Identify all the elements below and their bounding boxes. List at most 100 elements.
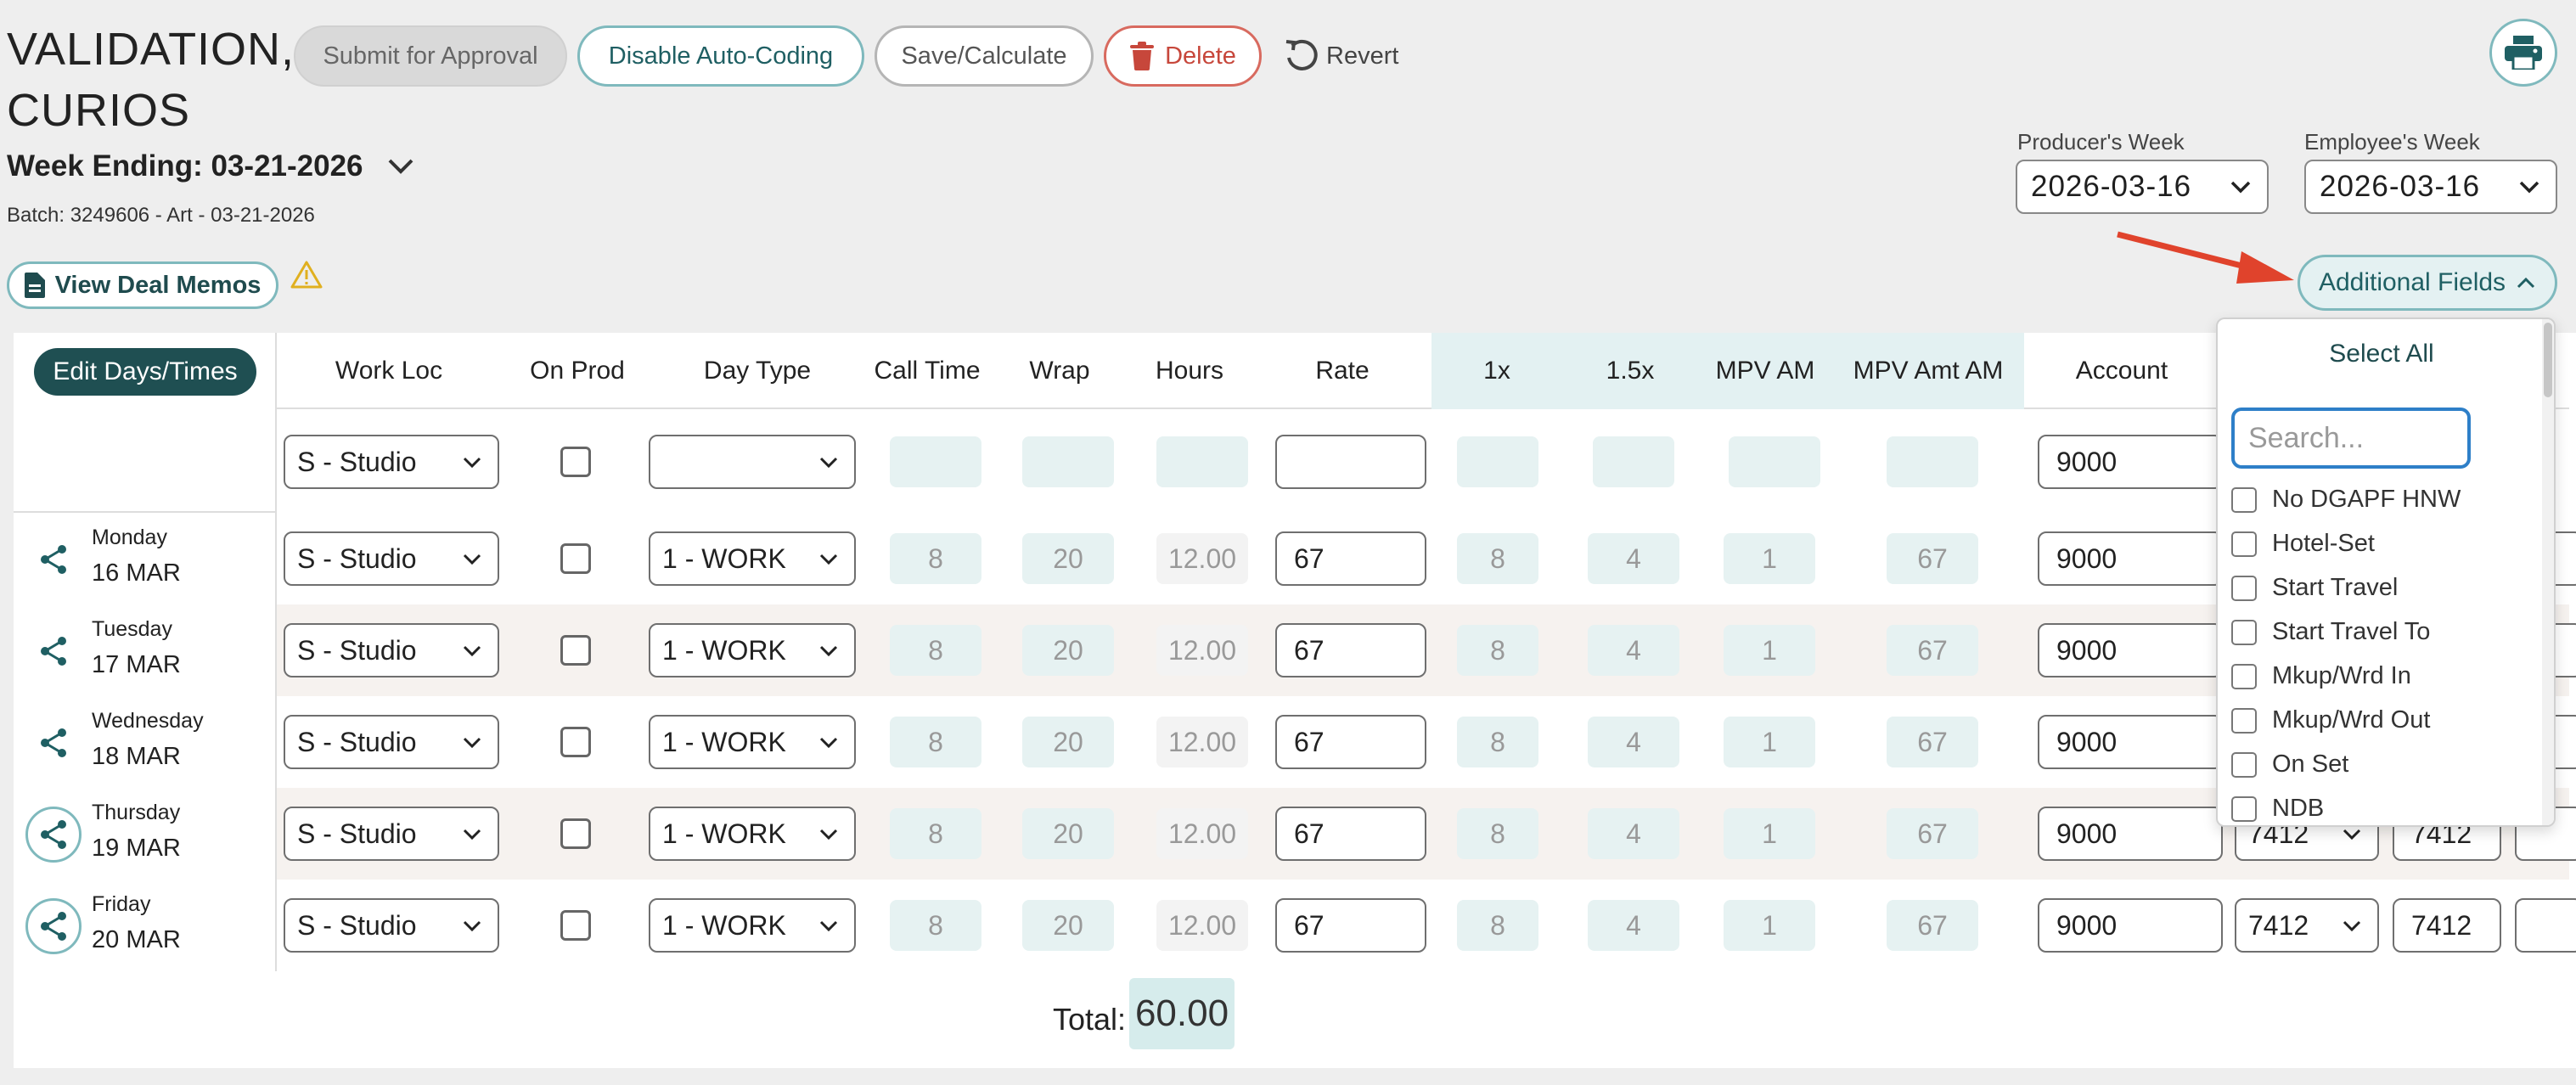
account-input[interactable]: 9000 (2038, 435, 2223, 489)
account-input[interactable]: 9000 (2038, 531, 2223, 586)
submit-for-approval-button[interactable]: Submit for Approval (294, 25, 567, 87)
extra-input[interactable] (2515, 898, 2576, 953)
col-header-hours: Hours (1155, 357, 1224, 385)
scrollbar[interactable] (2542, 319, 2554, 825)
field-option-checkbox[interactable] (2231, 751, 2257, 778)
work-loc-select[interactable]: S - Studio (284, 715, 499, 769)
share-day-button[interactable] (25, 898, 82, 954)
share-day-button[interactable] (25, 531, 82, 587)
week-ending-selector[interactable]: Week Ending: 03-21-2026 (7, 149, 414, 183)
rate-input[interactable] (1275, 435, 1426, 489)
day-type-select[interactable]: 1 - WORK (649, 898, 856, 953)
mpv-am-field: 1 (1724, 900, 1815, 951)
code-input[interactable]: 7412 (2393, 898, 2501, 953)
wrap-field[interactable]: 20 (1022, 717, 1114, 767)
search-input[interactable]: Search... (2231, 408, 2471, 469)
additional-fields-button[interactable]: Additional Fields (2298, 255, 2557, 311)
wrap-field[interactable] (1022, 436, 1114, 487)
chevron-down-icon (819, 737, 838, 749)
field-option[interactable]: Mkup/Wrd In (2231, 662, 2411, 690)
revert-button[interactable]: Revert (1284, 25, 1454, 87)
field-option[interactable]: Hotel-Set (2231, 530, 2375, 558)
account-input[interactable]: 9000 (2038, 623, 2223, 677)
disable-auto-coding-button[interactable]: Disable Auto-Coding (577, 25, 864, 87)
call-time-field[interactable]: 8 (890, 808, 981, 859)
work-loc-select[interactable]: S - Studio (284, 898, 499, 953)
work-loc-select[interactable]: S - Studio (284, 807, 499, 861)
edit-days-times-button[interactable]: Edit Days/Times (34, 348, 256, 396)
field-option-checkbox[interactable] (2231, 663, 2257, 689)
share-day-button[interactable] (25, 807, 82, 863)
call-time-field[interactable] (890, 436, 981, 487)
warning-icon[interactable] (290, 260, 323, 289)
field-option[interactable]: NDB (2231, 795, 2324, 823)
mpv-amt-am-field: 67 (1887, 717, 1978, 767)
on-prod-checkbox[interactable] (560, 818, 591, 849)
account-input[interactable]: 9000 (2038, 898, 2223, 953)
employees-week-select[interactable]: 2026-03-16 (2304, 160, 2557, 214)
share-icon (41, 820, 66, 849)
x15-field: 4 (1588, 717, 1679, 767)
day-type-select[interactable] (649, 435, 856, 489)
col-header-mpv-am: MPV AM (1698, 333, 1832, 409)
rate-input[interactable]: 67 (1275, 807, 1426, 861)
field-option[interactable]: Mkup/Wrd Out (2231, 706, 2430, 734)
work-loc-select[interactable]: S - Studio (284, 531, 499, 586)
chevron-down-icon (819, 554, 838, 565)
call-time-field[interactable]: 8 (890, 717, 981, 767)
day-type-select[interactable]: 1 - WORK (649, 531, 856, 586)
day-type-select[interactable]: 1 - WORK (649, 715, 856, 769)
field-option[interactable]: No DGAPF HNW (2231, 486, 2461, 514)
rate-input[interactable]: 67 (1275, 623, 1426, 677)
scrollbar-thumb[interactable] (2544, 323, 2552, 397)
field-option[interactable]: On Set (2231, 751, 2348, 779)
col-header-1x: 1x (1431, 333, 1562, 409)
field-option-checkbox[interactable] (2231, 486, 2257, 513)
on-prod-checkbox[interactable] (560, 635, 591, 666)
share-day-button[interactable] (25, 623, 82, 679)
share-day-button[interactable] (25, 715, 82, 771)
day-type-select[interactable]: 1 - WORK (649, 623, 856, 677)
title-line-1: VALIDATION, (7, 24, 295, 75)
field-option-checkbox[interactable] (2231, 531, 2257, 557)
day-type-select[interactable]: 1 - WORK (649, 807, 856, 861)
call-time-field[interactable]: 8 (890, 900, 981, 951)
on-prod-checkbox[interactable] (560, 910, 591, 941)
rate-input[interactable]: 67 (1275, 898, 1426, 953)
on-prod-checkbox[interactable] (560, 727, 591, 757)
field-option-checkbox[interactable] (2231, 707, 2257, 734)
work-loc-select[interactable]: S - Studio (284, 623, 499, 677)
wrap-field[interactable]: 20 (1022, 900, 1114, 951)
work-loc-select[interactable]: S - Studio (284, 435, 499, 489)
call-time-field[interactable]: 8 (890, 625, 981, 676)
wrap-field[interactable]: 20 (1022, 808, 1114, 859)
employees-week-value: 2026-03-16 (2320, 170, 2481, 203)
wrap-field[interactable]: 20 (1022, 625, 1114, 676)
save-calculate-button[interactable]: Save/Calculate (875, 25, 1094, 87)
day-label: Tuesday 17 MAR (92, 611, 181, 683)
field-option-checkbox[interactable] (2231, 795, 2257, 822)
print-button[interactable] (2489, 19, 2557, 87)
field-option-checkbox[interactable] (2231, 575, 2257, 601)
on-prod-checkbox[interactable] (560, 447, 591, 477)
field-option-checkbox[interactable] (2231, 619, 2257, 645)
field-option[interactable]: Start Travel To (2231, 618, 2430, 646)
field-option[interactable]: Start Travel (2231, 574, 2398, 602)
rate-input[interactable]: 67 (1275, 531, 1426, 586)
account-input[interactable]: 9000 (2038, 807, 2223, 861)
wrap-field[interactable]: 20 (1022, 533, 1114, 584)
call-time-field[interactable]: 8 (890, 533, 981, 584)
view-deal-memos-button[interactable]: View Deal Memos (7, 261, 278, 309)
account-code-select[interactable]: 7412 (2235, 898, 2379, 953)
producers-week-label: Producer's Week (2017, 129, 2185, 155)
share-icon (41, 912, 66, 941)
select-all-button[interactable]: Select All (2218, 340, 2545, 368)
weekday: Thursday (92, 801, 181, 824)
rate-input[interactable]: 67 (1275, 715, 1426, 769)
producers-week-select[interactable]: 2026-03-16 (2016, 160, 2269, 214)
account-input[interactable]: 9000 (2038, 715, 2223, 769)
delete-button[interactable]: Delete (1104, 25, 1262, 87)
day-label: Thursday 19 MAR (92, 795, 181, 866)
hours-field (1156, 436, 1248, 487)
on-prod-checkbox[interactable] (560, 543, 591, 574)
